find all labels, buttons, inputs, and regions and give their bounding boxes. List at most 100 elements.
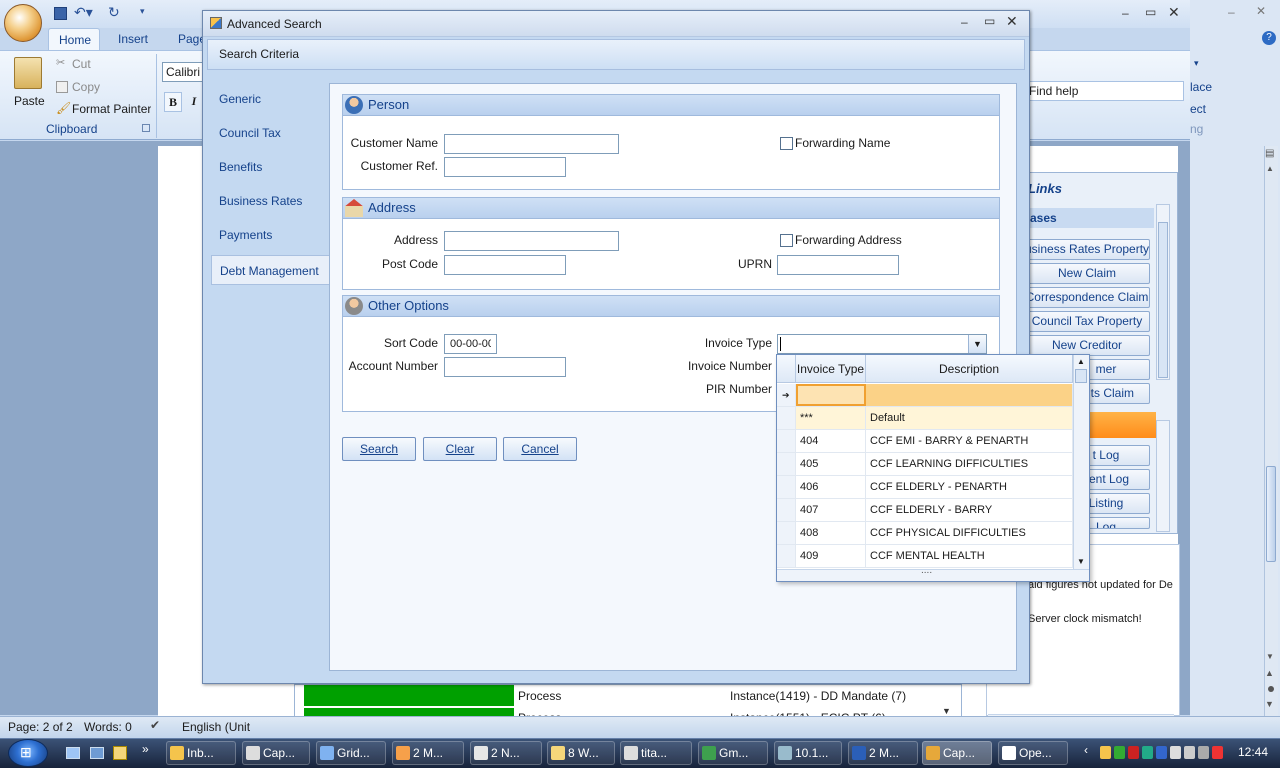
taskbar-button-remote-task[interactable]: 10.1... — [774, 741, 842, 765]
word-close-button[interactable]: ✕ — [1168, 4, 1180, 21]
tab-home[interactable]: Home — [48, 28, 100, 50]
dropdown-row[interactable]: ➔ — [777, 384, 1073, 407]
quicklaunch-icon[interactable] — [66, 747, 80, 759]
forwarding-address-label[interactable]: Forwarding Address — [795, 233, 902, 247]
status-words[interactable]: Words: 0 — [84, 720, 132, 734]
cut-button[interactable]: Cut — [72, 54, 91, 74]
dropdown-scroll-down-icon[interactable]: ▼ — [1077, 557, 1085, 566]
invoice-type-combo[interactable] — [777, 334, 987, 354]
dropdown-column-description[interactable]: Description — [866, 355, 1073, 383]
quick-link-button[interactable]: Correspondence Claim — [1024, 287, 1150, 308]
tray-icon[interactable] — [1184, 746, 1195, 759]
taskbar-button-open-task[interactable]: Ope... — [998, 741, 1068, 765]
paste-icon[interactable] — [14, 57, 42, 89]
customer-ref-input[interactable] — [444, 157, 566, 177]
select-browse-object-icon[interactable] — [1268, 686, 1274, 692]
outer-help-icon[interactable]: ? — [1262, 31, 1276, 45]
quick-link-button[interactable]: New Claim — [1024, 263, 1150, 284]
format-painter-button[interactable]: Format Painter — [72, 99, 151, 119]
status-language[interactable]: English (Unit — [182, 720, 250, 734]
dropdown-scroll-up-icon[interactable]: ▲ — [1077, 357, 1085, 366]
dropdown-row[interactable]: 407 CCF ELDERLY - BARRY — [777, 499, 1073, 522]
taskbar-button-chrome-task[interactable]: Gm... — [698, 741, 768, 765]
account-number-input[interactable] — [444, 357, 566, 377]
quicklaunch-icon[interactable] — [113, 746, 127, 760]
nav-generic[interactable]: Generic — [211, 85, 325, 113]
address-input[interactable] — [444, 231, 619, 251]
save-icon[interactable] — [54, 7, 67, 20]
nav-benefits[interactable]: Benefits — [211, 153, 325, 181]
taskbar-button-outlook-task[interactable]: Inb... — [166, 741, 236, 765]
scroll-down-icon[interactable]: ▼ — [1266, 652, 1274, 661]
ribbon-select-label[interactable]: ect — [1190, 102, 1206, 116]
proofing-icon[interactable]: ✔ — [150, 718, 160, 732]
dropdown-resize-bar[interactable] — [777, 569, 1089, 581]
tray-icon[interactable] — [1198, 746, 1209, 759]
post-code-input[interactable] — [444, 255, 566, 275]
taskbar-button-mail-task[interactable]: 2 M... — [392, 741, 464, 765]
dropdown-row[interactable]: 405 CCF LEARNING DIFFICULTIES — [777, 453, 1073, 476]
quick-link-button[interactable]: Council Tax Property — [1024, 311, 1150, 332]
dropdown-scrollbar[interactable] — [1073, 355, 1089, 569]
dialog-close-button[interactable]: ✕ — [1006, 13, 1018, 30]
clear-button[interactable]: Clear — [423, 437, 497, 461]
customer-name-input[interactable] — [444, 134, 619, 154]
tray-icon[interactable] — [1100, 746, 1111, 759]
redo-icon[interactable]: ↻ — [108, 4, 120, 21]
cases-section-header[interactable]: ases — [1024, 208, 1154, 228]
quick-link-button[interactable]: New Creditor — [1024, 335, 1150, 356]
taskbar-button-grid-task[interactable]: Grid... — [316, 741, 386, 765]
quicklaunch-icon[interactable] — [90, 747, 104, 759]
taskbar-button-capture-task[interactable]: Cap... — [242, 741, 310, 765]
dropdown-row[interactable]: 406 CCF ELDERLY - PENARTH — [777, 476, 1073, 499]
italic-button[interactable]: I — [186, 92, 202, 112]
quicklaunch-more-icon[interactable]: » — [142, 742, 149, 756]
nav-business-rates[interactable]: Business Rates — [211, 187, 325, 215]
forwarding-name-label[interactable]: Forwarding Name — [795, 136, 890, 150]
copy-button[interactable]: Copy — [72, 77, 100, 97]
scrollbar-thumb[interactable] — [1266, 466, 1276, 562]
dropdown-scrollbar-thumb[interactable] — [1075, 369, 1087, 383]
taskbar-button-capture-task-active[interactable]: Cap... — [922, 741, 992, 765]
taskbar-button-folder-task[interactable]: 8 W... — [547, 741, 615, 765]
word-restore-button[interactable]: ▭ — [1145, 5, 1156, 19]
dropdown-resize-grip[interactable]: .... — [921, 565, 932, 576]
office-button[interactable] — [4, 4, 42, 42]
nav-payments[interactable]: Payments — [211, 221, 325, 249]
word-minimize-button[interactable]: ‒ — [1122, 6, 1129, 20]
dropdown-column-invoice-type[interactable]: Invoice Type — [796, 355, 866, 383]
dialog-minimize-button[interactable]: ‒ — [961, 15, 968, 29]
dropdown-row[interactable]: 404 CCF EMI - BARRY & PENARTH — [777, 430, 1073, 453]
dropdown-row[interactable]: *** Default — [777, 407, 1073, 430]
clock[interactable]: 12:44 — [1238, 745, 1268, 759]
tray-icon[interactable] — [1170, 746, 1181, 759]
vertical-scrollbar[interactable] — [1264, 146, 1278, 716]
search-button[interactable]: Search — [342, 437, 416, 461]
links-lower-scrollbar[interactable] — [1156, 420, 1170, 532]
prev-page-icon[interactable]: ▲ — [1265, 668, 1274, 678]
bold-button[interactable]: B — [164, 92, 182, 112]
status-page[interactable]: Page: 2 of 2 — [8, 720, 73, 734]
clipboard-launcher-icon[interactable] — [142, 124, 150, 132]
undo-icon[interactable]: ↶▾ — [74, 4, 93, 21]
dialog-maximize-button[interactable]: ▭ — [984, 14, 995, 28]
find-help-box[interactable]: Find help — [1024, 81, 1184, 101]
quick-link-button[interactable]: usiness Rates Property — [1024, 239, 1150, 260]
ribbon-chevron-icon[interactable]: ▾ — [1194, 58, 1199, 69]
next-page-icon[interactable]: ▼ — [1265, 699, 1274, 709]
tray-icon[interactable] — [1128, 746, 1139, 759]
dialog-titlebar[interactable] — [203, 11, 1029, 37]
forwarding-name-checkbox[interactable] — [780, 137, 793, 150]
scroll-up-icon[interactable]: ▲ — [1266, 164, 1274, 173]
paste-button[interactable]: Paste — [14, 91, 45, 111]
tray-icon[interactable] — [1142, 746, 1153, 759]
qat-customize-icon[interactable]: ▾ — [140, 6, 145, 17]
invoice-type-dropdown-button[interactable]: ▼ — [968, 335, 986, 353]
taskbar-button-word-task[interactable]: 2 M... — [848, 741, 918, 765]
forwarding-address-checkbox[interactable] — [780, 234, 793, 247]
ruler-toggle-icon[interactable]: ▤ — [1265, 148, 1274, 159]
dropdown-row[interactable]: 408 CCF PHYSICAL DIFFICULTIES — [777, 522, 1073, 545]
tray-icon[interactable] — [1114, 746, 1125, 759]
taskbar-button-notes-task[interactable]: 2 N... — [470, 741, 542, 765]
links-scrollbar-thumb[interactable] — [1158, 222, 1168, 378]
